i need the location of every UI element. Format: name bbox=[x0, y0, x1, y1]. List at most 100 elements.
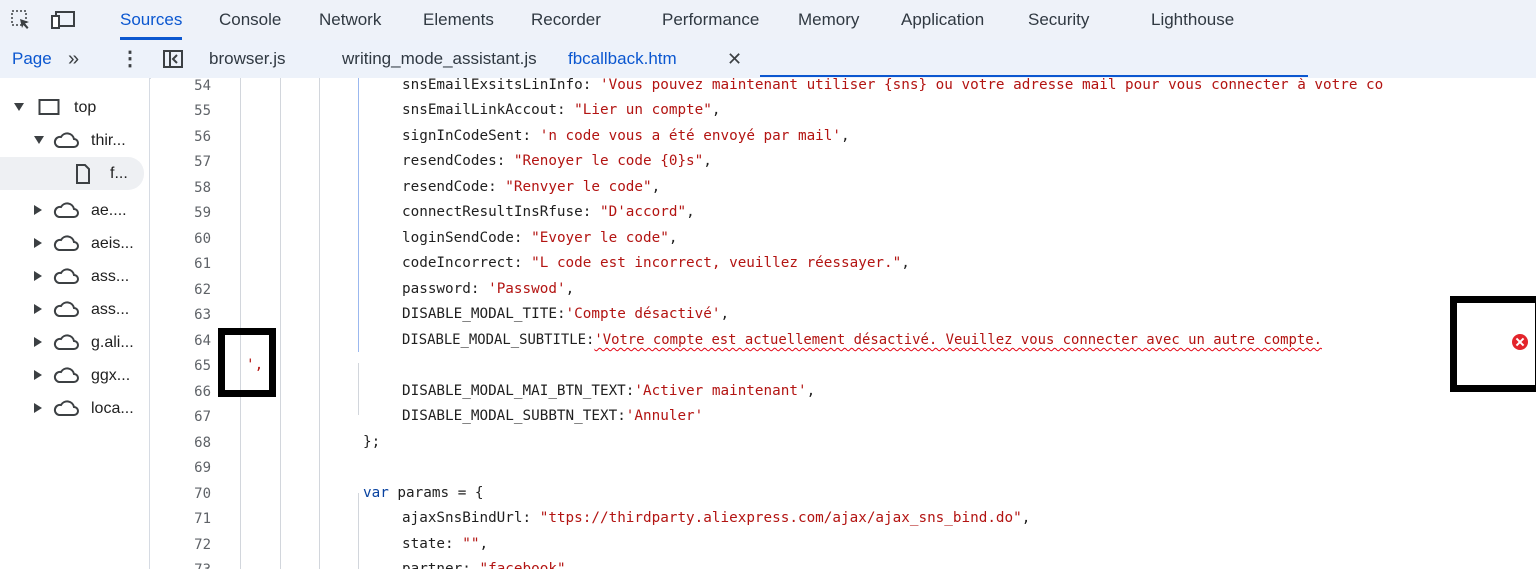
code-trail: , bbox=[703, 153, 712, 169]
code-trail: , bbox=[901, 255, 910, 271]
tree-item-domain[interactable]: ggx... bbox=[0, 359, 149, 392]
file-tab-browser-js[interactable]: browser.js bbox=[209, 40, 286, 78]
code-trail: , bbox=[479, 536, 489, 552]
line-number: 67 bbox=[194, 409, 211, 425]
code-string: "Lier un compte" bbox=[574, 102, 712, 118]
more-tabs-button[interactable]: » bbox=[68, 40, 79, 78]
code-line[interactable]: ajaxSnsBindUrl: "ttps://thirdparty.aliex… bbox=[402, 510, 1030, 526]
code-sep: : bbox=[462, 561, 480, 569]
code-line[interactable]: DISABLE_MODAL_TITE:'Compte désactivé', bbox=[402, 306, 729, 322]
collapse-arrow-icon[interactable] bbox=[34, 403, 42, 413]
tab-performance[interactable]: Performance bbox=[662, 0, 759, 40]
tab-application[interactable]: Application bbox=[901, 0, 984, 40]
line-number: 61 bbox=[194, 256, 211, 272]
code-line[interactable]: password: 'Passwod', bbox=[402, 281, 574, 297]
code-key: signInCodeSent bbox=[402, 128, 523, 144]
collapse-arrow-icon[interactable] bbox=[34, 271, 42, 281]
tab-security[interactable]: Security bbox=[1028, 0, 1089, 40]
tab-memory[interactable]: Memory bbox=[798, 0, 859, 40]
collapse-arrow-icon[interactable] bbox=[34, 370, 42, 380]
code-line[interactable]: connectResultInsRfuse: "D'accord", bbox=[402, 204, 695, 220]
expand-arrow-icon[interactable] bbox=[34, 136, 44, 144]
tree-item-label: g.ali... bbox=[91, 334, 134, 351]
code-line[interactable]: DISABLE_MODAL_MAI_BTN_TEXT:'Activer main… bbox=[402, 383, 815, 399]
more-options-icon[interactable]: ⋮ bbox=[120, 40, 140, 78]
close-tab-icon[interactable]: ✕ bbox=[727, 40, 742, 78]
tree-item-domain[interactable]: ass... bbox=[0, 293, 149, 326]
inspect-element-icon[interactable] bbox=[9, 8, 33, 32]
tree-item-file[interactable]: f... bbox=[0, 157, 144, 190]
code-sep: : bbox=[470, 281, 489, 297]
code-key: loginSendCode bbox=[402, 230, 514, 246]
tab-elements[interactable]: Elements bbox=[423, 0, 494, 40]
tab-network[interactable]: Network bbox=[319, 0, 381, 40]
code-line[interactable]: DISABLE_MODAL_SUBBTN_TEXT:'Annuler' bbox=[402, 408, 703, 424]
collapse-arrow-icon[interactable] bbox=[34, 205, 42, 215]
code-line-error[interactable]: DISABLE_MODAL_SUBTITLE:'Votre compte est… bbox=[402, 332, 1322, 348]
code-line[interactable]: state: "", bbox=[402, 536, 488, 552]
tab-page[interactable]: Page bbox=[12, 40, 52, 78]
active-indent-guide bbox=[358, 78, 359, 352]
code-string: "Renvyer le code" bbox=[505, 179, 652, 195]
code-line[interactable]: var params = { bbox=[363, 485, 484, 501]
code-sep: : bbox=[513, 230, 532, 246]
tree-item-label: f... bbox=[110, 165, 128, 182]
tree-item-domain[interactable]: loca... bbox=[0, 392, 149, 425]
code-line[interactable]: codeIncorrect: "L code est incorrect, ve… bbox=[402, 255, 910, 271]
tab-recorder[interactable]: Recorder bbox=[531, 0, 601, 40]
tree-item-domain[interactable]: ae.... bbox=[0, 194, 149, 227]
code-line[interactable]: resendCodes: "Renoyer le code {0}s", bbox=[402, 153, 712, 169]
code-line[interactable]: }; bbox=[363, 434, 380, 450]
line-number: 57 bbox=[194, 154, 211, 170]
file-tab-fbcallback[interactable]: fbcallback.htm bbox=[568, 40, 677, 78]
code-line[interactable]: signInCodeSent: 'n code vous a été envoy… bbox=[402, 128, 850, 144]
code-line[interactable]: snsEmailLinkAccout: "Lier un compte", bbox=[402, 102, 721, 118]
line-number: 71 bbox=[194, 511, 211, 527]
line-number: 58 bbox=[194, 180, 211, 196]
code-string-error: 'Votre compte est actuellement désactivé… bbox=[594, 332, 1322, 348]
collapse-arrow-icon[interactable] bbox=[34, 304, 42, 314]
code-sep: : bbox=[445, 536, 463, 552]
device-toolbar-icon[interactable] bbox=[50, 8, 75, 32]
tree-item-label: ass... bbox=[91, 301, 130, 318]
tree-item-domain[interactable]: aeis... bbox=[0, 227, 149, 260]
tab-lighthouse[interactable]: Lighthouse bbox=[1151, 0, 1234, 40]
code-key: DISABLE_MODAL_SUBBTN_TEXT bbox=[402, 408, 618, 424]
code-sep: : bbox=[496, 153, 514, 169]
tree-item-top[interactable]: top bbox=[0, 91, 149, 124]
tab-console[interactable]: Console bbox=[219, 0, 281, 40]
tree-item-label: loca... bbox=[91, 400, 134, 417]
collapse-arrow-icon[interactable] bbox=[34, 238, 42, 248]
tree-item-domain[interactable]: thir... bbox=[0, 124, 149, 157]
tree-item-domain[interactable]: ass... bbox=[0, 260, 149, 293]
file-tab-writing-mode-assistant[interactable]: writing_mode_assistant.js bbox=[342, 40, 537, 78]
collapse-arrow-icon[interactable] bbox=[34, 337, 42, 347]
code-key: connectResultInsRfuse bbox=[402, 204, 583, 220]
code-sep: : bbox=[582, 204, 600, 220]
code-line[interactable]: resendCode: "Renvyer le code", bbox=[402, 179, 660, 195]
code-key: state bbox=[402, 536, 446, 552]
tab-sources[interactable]: Sources bbox=[120, 0, 183, 40]
code-line[interactable]: partner: "facebook", bbox=[402, 561, 574, 569]
line-number: 62 bbox=[194, 282, 211, 298]
code-sep: : bbox=[522, 510, 540, 526]
cloud-icon bbox=[53, 300, 79, 323]
tree-item-domain[interactable]: g.ali... bbox=[0, 326, 149, 359]
line-number: 54 bbox=[194, 78, 211, 94]
toggle-navigator-icon[interactable] bbox=[163, 50, 183, 68]
code-string: 'Annuler' bbox=[625, 408, 704, 424]
code-trail: , bbox=[565, 561, 575, 569]
line-number: 63 bbox=[194, 307, 211, 323]
code-line[interactable]: snsEmailExsitsLinInfo: 'Vous pouvez main… bbox=[402, 78, 1383, 93]
expand-arrow-icon[interactable] bbox=[14, 103, 24, 111]
line-number: 65 bbox=[194, 358, 211, 374]
line-number: 72 bbox=[194, 537, 211, 553]
indent-guide bbox=[280, 78, 281, 569]
tree-item-label: top bbox=[74, 99, 97, 116]
code-line[interactable]: loginSendCode: "Evoyer le code", bbox=[402, 230, 677, 246]
code-key: resendCodes bbox=[402, 153, 497, 169]
code-string: "Renoyer le code {0}s" bbox=[513, 153, 704, 169]
cloud-icon bbox=[53, 234, 79, 257]
code-editor[interactable]: 54 55 56 57 58 59 60 61 62 63 64 65 66 6… bbox=[151, 78, 1536, 569]
cloud-icon bbox=[53, 399, 79, 422]
